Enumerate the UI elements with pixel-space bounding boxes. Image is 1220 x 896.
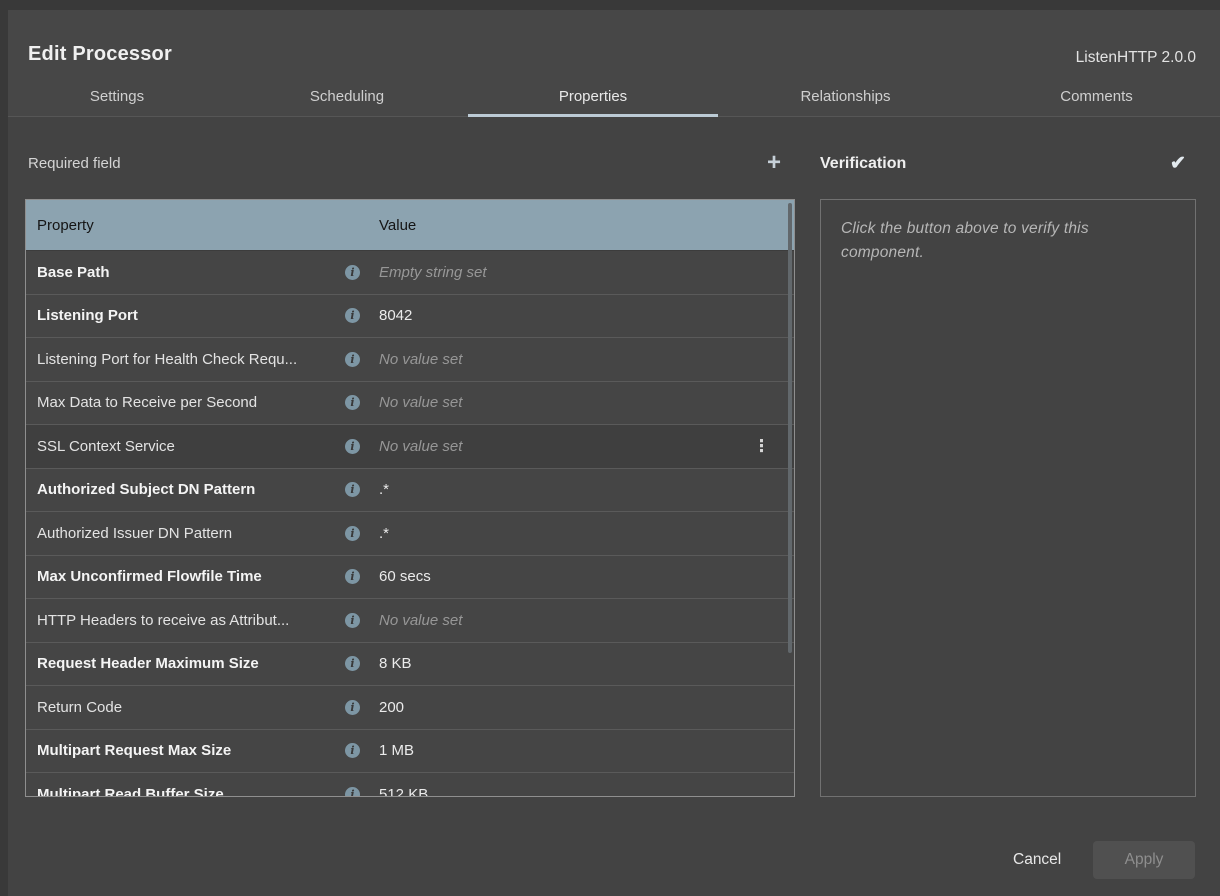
required-field-label: Required field xyxy=(28,155,121,172)
property-name: Listening Port xyxy=(37,307,138,324)
tab-settings[interactable]: Settings xyxy=(8,75,226,117)
property-row: SSL Context Service i No value set ⋮ xyxy=(26,424,794,468)
edit-processor-dialog: Edit Processor ListenHTTP 2.0.0 Settings… xyxy=(8,10,1220,896)
property-row: Request Header Maximum Size i 8 KB xyxy=(26,642,794,686)
processor-type-label: ListenHTTP 2.0.0 xyxy=(1076,49,1196,67)
properties-table: Property Value Base Path i Empty string … xyxy=(25,199,795,797)
info-icon[interactable]: i xyxy=(345,743,360,758)
property-value[interactable]: No value set xyxy=(360,438,794,455)
info-icon-glyph: i xyxy=(345,787,360,797)
info-icon[interactable]: i xyxy=(345,352,360,367)
column-header-property: Property xyxy=(26,217,360,234)
info-icon[interactable]: i xyxy=(345,569,360,584)
tab-scheduling[interactable]: Scheduling xyxy=(226,75,468,117)
table-scrollbar-thumb[interactable] xyxy=(788,203,792,653)
property-name: Max Data to Receive per Second xyxy=(37,394,257,411)
info-icon[interactable]: i xyxy=(345,395,360,410)
info-icon-glyph: i xyxy=(345,743,360,758)
property-name: Authorized Issuer DN Pattern xyxy=(37,525,232,542)
verification-label: Verification xyxy=(820,155,906,173)
info-icon[interactable]: i xyxy=(345,613,360,628)
info-icon-glyph: i xyxy=(345,439,360,454)
property-row: Max Data to Receive per Second i No valu… xyxy=(26,381,794,425)
properties-table-body: Base Path i Empty string set Listening P… xyxy=(26,250,794,797)
info-icon[interactable]: i xyxy=(345,482,360,497)
property-name: Base Path xyxy=(37,264,110,281)
tab-properties[interactable]: Properties xyxy=(468,75,718,117)
info-icon[interactable]: i xyxy=(345,439,360,454)
info-icon-glyph: i xyxy=(345,482,360,497)
properties-table-header: Property Value xyxy=(26,200,794,250)
info-icon-glyph: i xyxy=(345,352,360,367)
info-icon[interactable]: i xyxy=(345,787,360,797)
tab-comments[interactable]: Comments xyxy=(973,75,1220,117)
property-name: Listening Port for Health Check Requ... xyxy=(37,351,297,368)
info-icon-glyph: i xyxy=(345,308,360,323)
property-name: Multipart Read Buffer Size xyxy=(37,786,224,797)
property-row: Max Unconfirmed Flowfile Time i 60 secs xyxy=(26,555,794,599)
info-icon[interactable]: i xyxy=(345,700,360,715)
info-icon[interactable]: i xyxy=(345,308,360,323)
property-name: SSL Context Service xyxy=(37,438,175,455)
property-row: HTTP Headers to receive as Attribut... i… xyxy=(26,598,794,642)
property-value[interactable]: 60 secs xyxy=(360,568,794,585)
property-name: HTTP Headers to receive as Attribut... xyxy=(37,612,289,629)
property-name: Max Unconfirmed Flowfile Time xyxy=(37,568,262,585)
property-name: Return Code xyxy=(37,699,122,716)
tab-bar: Settings Scheduling Properties Relations… xyxy=(8,75,1220,117)
property-row: Multipart Request Max Size i 1 MB xyxy=(26,729,794,773)
info-icon-glyph: i xyxy=(345,700,360,715)
info-icon-glyph: i xyxy=(345,265,360,280)
property-value[interactable]: No value set xyxy=(360,351,794,368)
property-value[interactable]: 8 KB xyxy=(360,655,794,672)
property-row: Listening Port for Health Check Requ... … xyxy=(26,337,794,381)
property-value[interactable]: 8042 xyxy=(360,307,794,324)
verify-button[interactable]: ✔ xyxy=(1163,148,1193,178)
verification-hint: Click the button above to verify this co… xyxy=(841,217,1175,265)
property-name: Request Header Maximum Size xyxy=(37,655,259,672)
apply-button[interactable]: Apply xyxy=(1093,841,1195,879)
info-icon-glyph: i xyxy=(345,613,360,628)
property-value[interactable]: No value set xyxy=(360,394,794,411)
property-value[interactable]: 1 MB xyxy=(360,742,794,759)
check-icon: ✔ xyxy=(1170,154,1186,173)
cancel-button[interactable]: Cancel xyxy=(1005,841,1069,879)
property-row: Multipart Read Buffer Size i 512 KB xyxy=(26,772,794,797)
property-name: Authorized Subject DN Pattern xyxy=(37,481,255,498)
verification-panel: Click the button above to verify this co… xyxy=(820,199,1196,797)
column-header-value: Value xyxy=(360,217,416,234)
property-value[interactable]: Empty string set xyxy=(360,264,794,281)
dialog-header: Edit Processor ListenHTTP 2.0.0 Settings… xyxy=(8,10,1220,117)
add-property-button[interactable]: + xyxy=(759,148,789,178)
property-value[interactable]: .* xyxy=(360,481,794,498)
plus-icon: + xyxy=(767,151,781,175)
property-value[interactable]: .* xyxy=(360,525,794,542)
info-icon[interactable]: i xyxy=(345,265,360,280)
property-name: Multipart Request Max Size xyxy=(37,742,231,759)
property-value[interactable]: 200 xyxy=(360,699,794,716)
tab-relationships[interactable]: Relationships xyxy=(718,75,973,117)
info-icon-glyph: i xyxy=(345,526,360,541)
property-row: Authorized Issuer DN Pattern i .* xyxy=(26,511,794,555)
dialog-title: Edit Processor xyxy=(28,43,172,66)
info-icon-glyph: i xyxy=(345,395,360,410)
property-row: Base Path i Empty string set xyxy=(26,250,794,294)
property-row: Listening Port i 8042 xyxy=(26,294,794,338)
property-row: Authorized Subject DN Pattern i .* xyxy=(26,468,794,512)
row-menu-kebab-icon[interactable]: ⋮ xyxy=(753,438,770,455)
property-row: Return Code i 200 xyxy=(26,685,794,729)
info-icon-glyph: i xyxy=(345,656,360,671)
info-icon-glyph: i xyxy=(345,569,360,584)
info-icon[interactable]: i xyxy=(345,526,360,541)
info-icon[interactable]: i xyxy=(345,656,360,671)
property-value[interactable]: No value set xyxy=(360,612,794,629)
property-value[interactable]: 512 KB xyxy=(360,786,794,797)
